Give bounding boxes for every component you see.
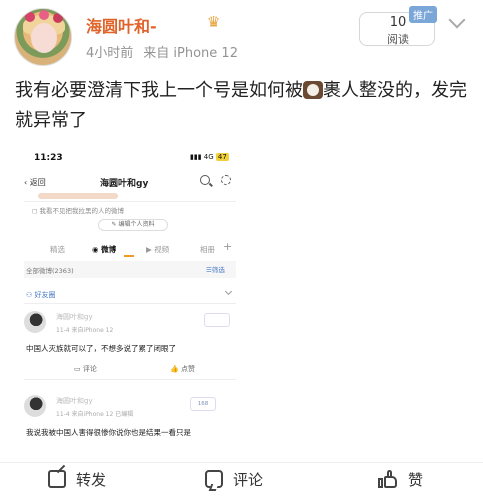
crown-icon: ♛ (207, 13, 221, 31)
shot-post-name: 海圆叶和gy (56, 313, 93, 321)
shot-hint-line: ◻ 我看不见把我拉黑的人的微博 (32, 207, 124, 215)
shot-tab-album: 相册 (200, 245, 215, 254)
share-icon (48, 470, 66, 488)
shot-post-avatar (24, 395, 46, 417)
post-text: 我有必要澄清下我上一个号是如何被 裹人整没的，发完就异常了 (15, 76, 470, 136)
shot-post-meta: 11-4 来自iPhone 12 已编辑 (56, 411, 134, 418)
shot-friends-circle: ⚇ 好友圈 (26, 291, 56, 299)
shot-all-weibo-count: 全部微博(2363) (26, 267, 74, 275)
shot-back: ‹ 返回 (24, 178, 46, 187)
thumbs-up-icon (378, 470, 398, 488)
shot-edit-label: 编辑个人资料 (118, 221, 155, 228)
shot-gear-icon (221, 175, 231, 185)
user-avatar[interactable] (14, 8, 72, 66)
shot-post-comment: ▭ 评论 (74, 365, 97, 373)
avatar-flower-crown (25, 12, 35, 22)
shot-tab-video-label: 视频 (154, 245, 170, 254)
shot-search-icon (200, 175, 210, 185)
shot-post-like: 👍 点赞 (170, 365, 195, 373)
shot-post-comment-label: 评论 (82, 365, 97, 373)
shot-post-name: 海圆叶和gy (56, 397, 93, 405)
shot-post-stamp (204, 313, 230, 327)
shot-status-time: 11:23 (34, 153, 63, 163)
shot-back-label: 返回 (29, 178, 46, 187)
shot-edit-profile-button: ✎ 编辑个人资料 (98, 219, 168, 231)
post-meta: 4小时前 来自 iPhone 12 (86, 42, 238, 61)
share-button[interactable]: 转发 (48, 463, 106, 495)
shot-post-body: 我说我被中国人害得很惨你说你也是结果一看只是 (26, 428, 191, 437)
post-source: 来自 iPhone 12 (143, 46, 238, 61)
avatar-face (31, 23, 57, 53)
shot-filter: ☰筛选 (206, 266, 225, 274)
shot-network: 4G (203, 153, 214, 161)
shot-friends-chevron-icon (224, 287, 233, 296)
shot-post-body: 中国人灭族就可以了，不想多说了累了闭眼了 (26, 344, 176, 353)
shot-profile-title: 海圆叶和gy (100, 179, 149, 189)
share-label: 转发 (76, 470, 107, 489)
post-text-part1: 我有必要澄清下我上一个号是如何被 (15, 80, 303, 101)
comment-icon (205, 470, 223, 488)
shot-divider (24, 303, 236, 304)
shot-tab-underline (124, 255, 134, 257)
embedded-screenshot[interactable]: 11:23 ▮▮▮ 4G 47 ‹ 返回 海圆叶和gy ◻ 我看不见把我拉黑的人… (14, 147, 246, 447)
action-bar: 转发 评论 赞 (0, 462, 483, 500)
shot-post-avatar (24, 311, 46, 333)
shot-post-like-label: 点赞 (180, 365, 195, 373)
shot-tab-video: ▶ 视频 (146, 245, 170, 254)
comment-button[interactable]: 评论 (205, 463, 263, 495)
shot-divider (24, 379, 236, 380)
like-label: 赞 (408, 470, 424, 489)
shot-status-right: ▮▮▮ 4G 47 (190, 153, 229, 161)
mantel-clock-emoji-icon (303, 81, 323, 99)
shot-plus-icon: + (223, 240, 233, 253)
shot-hint-text: 我看不见把我拉黑的人的微博 (39, 207, 124, 215)
ad-tag: 推广 (409, 6, 437, 23)
like-button[interactable]: 赞 (378, 463, 423, 495)
shot-divider (24, 201, 236, 202)
post-time: 4小时前 (86, 46, 134, 61)
username[interactable]: 海圆叶和- (86, 13, 157, 37)
shot-tab-weibo-label: 微博 (101, 245, 117, 254)
comment-label: 评论 (233, 470, 264, 489)
shot-tab-featured: 精选 (50, 245, 65, 254)
shot-friends-label: 好友圈 (34, 291, 56, 299)
read-label: 阅读 (387, 33, 409, 46)
shot-tab-weibo: ◉ 微博 (92, 245, 117, 254)
chevron-down-icon[interactable] (448, 11, 466, 29)
shot-filter-label: 筛选 (211, 266, 225, 274)
shot-faded-tags (38, 193, 118, 199)
shot-post-stamp: 168 (190, 397, 216, 411)
shot-post-meta: 11-4 来自iPhone 12 (56, 327, 114, 334)
shot-battery: 47 (215, 153, 229, 161)
